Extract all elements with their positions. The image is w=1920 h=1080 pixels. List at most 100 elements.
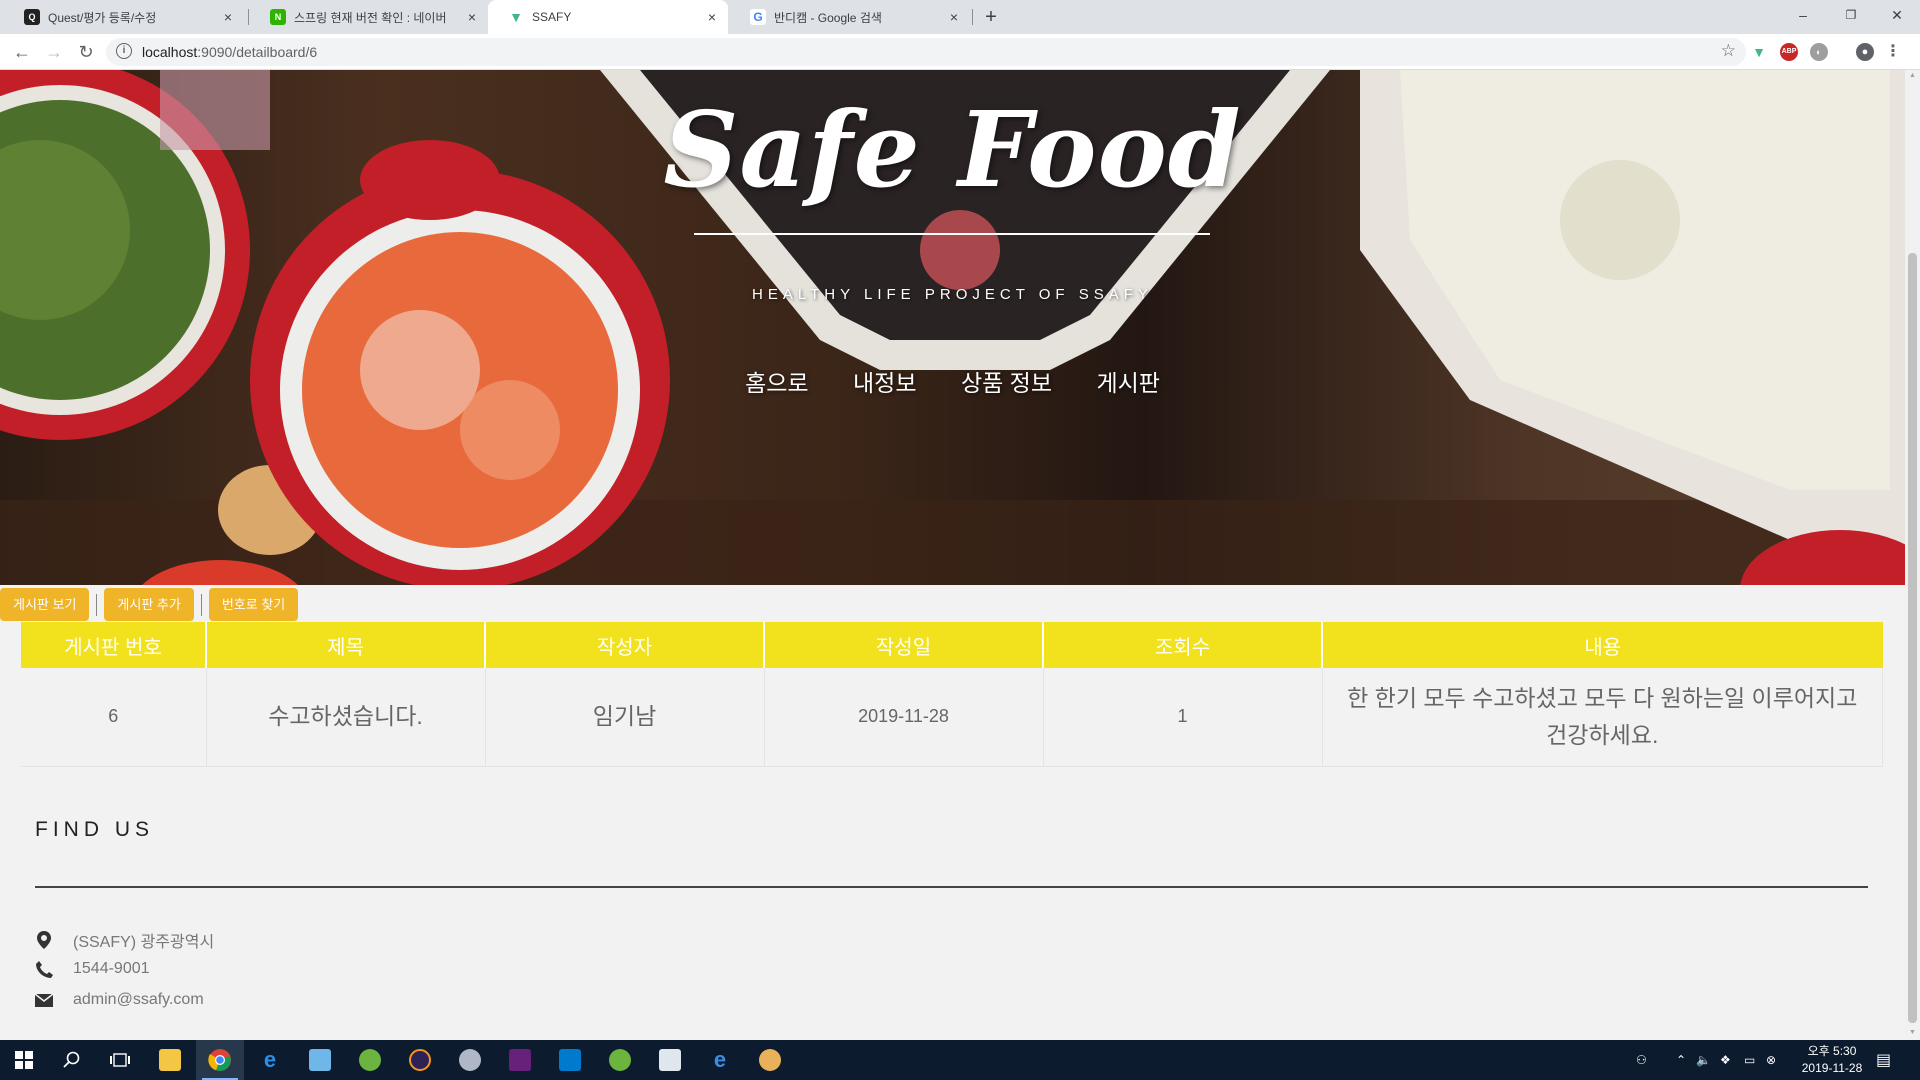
visual-studio-icon[interactable]	[496, 1040, 544, 1080]
extension-icon[interactable]: ◐	[1810, 43, 1828, 61]
windows-taskbar: e e ⚇ ⌃ 🔈 ❖ ▭ ⊗ 오후 5:30 2019-11-28 ▤	[0, 1040, 1920, 1080]
cell-number: 6	[21, 668, 207, 767]
volume-icon[interactable]: 🔈	[1696, 1040, 1711, 1080]
tab-close-icon[interactable]: ×	[224, 9, 232, 25]
new-tab-button[interactable]: +	[978, 4, 1004, 30]
browser-tab[interactable]: N 스프링 현재 버전 확인 : 네이버 ×	[250, 0, 488, 34]
site-info-icon[interactable]: i	[116, 43, 132, 59]
search-icon[interactable]	[48, 1040, 96, 1080]
envelope-icon	[35, 991, 53, 1009]
notification-center-icon[interactable]: ▤	[1876, 1040, 1891, 1080]
tab-title: Quest/평가 등록/수정	[48, 10, 157, 25]
view-board-button[interactable]: 게시판 보기	[0, 588, 90, 621]
browser-tab-active[interactable]: ▼ SSAFY ×	[488, 0, 728, 34]
footer-divider	[35, 886, 1868, 888]
reload-icon[interactable]: ↻	[74, 40, 98, 64]
column-header-author: 작성자	[485, 622, 765, 668]
nav-home-link[interactable]: 홈으로	[745, 364, 808, 398]
cell-author: 임기남	[485, 668, 765, 767]
maximize-button[interactable]: ❐	[1828, 0, 1874, 30]
nav-product-info-link[interactable]: 상품 정보	[961, 364, 1052, 398]
edge-icon[interactable]: e	[696, 1040, 744, 1080]
cell-views: 1	[1043, 668, 1323, 767]
address-bar: ← → ↻ i localhost:9090/detailboard/6 ☆ ▼…	[0, 34, 1920, 70]
column-header-views: 조회수	[1043, 622, 1323, 668]
internet-explorer-icon[interactable]: e	[246, 1040, 294, 1080]
phone-text: 1544-9001	[73, 960, 150, 977]
table-header-row: 게시판 번호 제목 작성자 작성일 조회수 내용	[21, 622, 1883, 668]
browser-menu-icon[interactable]: ⋮	[1884, 43, 1902, 61]
board-action-bar: 게시판 보기 게시판 추가 번호로 찾기	[0, 588, 299, 621]
column-header-number: 게시판 번호	[21, 622, 207, 668]
vue-favicon-icon: ▼	[509, 9, 523, 25]
tab-close-icon[interactable]: ×	[950, 9, 958, 25]
tab-divider	[972, 9, 973, 25]
eclipse-icon[interactable]	[396, 1040, 444, 1080]
table-row: 6 수고하셨습니다. 임기남 2019-11-28 1 한 한기 모두 수고하셨…	[21, 668, 1883, 767]
tray-expand-icon[interactable]: ⌃	[1676, 1040, 1686, 1080]
browser-tab[interactable]: Q Quest/평가 등록/수정 ×	[4, 0, 244, 34]
nav-my-info-link[interactable]: 내정보	[853, 364, 916, 398]
main-nav: 홈으로 내정보 상품 정보 게시판	[0, 364, 1905, 398]
quest-favicon-icon: Q	[24, 9, 40, 25]
paint-brush-icon[interactable]	[746, 1040, 794, 1080]
start-windows-icon[interactable]	[0, 1040, 48, 1080]
hero-banner: Safe Food HEALTHY LIFE PROJECT OF SSAFY …	[0, 70, 1905, 585]
page-viewport: Safe Food HEALTHY LIFE PROJECT OF SSAFY …	[0, 70, 1905, 1040]
forward-arrow-icon[interactable]: →	[42, 40, 66, 64]
browser-tab-strip: Q Quest/평가 등록/수정 × N 스프링 현재 버전 확인 : 네이버 …	[0, 0, 1920, 34]
nav-board-link[interactable]: 게시판	[1096, 364, 1159, 398]
column-header-content: 내용	[1322, 622, 1883, 668]
board-detail-table: 게시판 번호 제목 작성자 작성일 조회수 내용 6 수고하셨습니다. 임기남 …	[21, 622, 1883, 767]
scroll-down-icon[interactable]: ▼	[1908, 1029, 1917, 1038]
address-text: (SSAFY) 광주광역시	[73, 934, 215, 951]
notepad-icon[interactable]	[296, 1040, 344, 1080]
spring-boot-icon[interactable]	[596, 1040, 644, 1080]
chrome-taskbar-icon[interactable]	[196, 1040, 244, 1080]
back-arrow-icon[interactable]: ←	[10, 40, 34, 64]
tab-title: 반디캠 - Google 검색	[774, 10, 882, 25]
clock-time: 오후 5:30	[1807, 1044, 1857, 1058]
taskbar-clock[interactable]: 오후 5:30 2019-11-28	[1784, 1043, 1880, 1077]
column-header-date: 작성일	[764, 622, 1044, 668]
phone-icon	[35, 960, 53, 978]
find-by-number-button[interactable]: 번호로 찾기	[208, 588, 299, 621]
paint-icon[interactable]	[446, 1040, 494, 1080]
scroll-up-icon[interactable]: ▲	[1908, 72, 1917, 81]
google-favicon-icon: G	[750, 9, 766, 25]
add-board-button[interactable]: 게시판 추가	[104, 588, 194, 621]
dropbox-icon[interactable]: ❖	[1720, 1040, 1731, 1080]
email-text[interactable]: admin@ssafy.com	[73, 991, 204, 1009]
map-pin-icon	[35, 931, 53, 949]
bookmark-star-icon[interactable]: ☆	[1721, 41, 1736, 61]
vue-devtools-extension-icon[interactable]: ▼	[1750, 43, 1768, 61]
cell-title: 수고하셨습니다.	[206, 668, 486, 767]
vscode-icon[interactable]	[546, 1040, 594, 1080]
brand-divider	[694, 233, 1210, 235]
tab-title: 스프링 현재 버전 확인 : 네이버	[294, 10, 447, 25]
minimize-button[interactable]: –	[1780, 0, 1826, 30]
profile-avatar-icon[interactable]: ●	[1856, 43, 1874, 61]
browser-tab[interactable]: G 반디캠 - Google 검색 ×	[730, 0, 970, 34]
file-explorer-icon[interactable]	[146, 1040, 194, 1080]
contact-email: admin@ssafy.com	[35, 991, 204, 1009]
network-icon[interactable]: ▭	[1744, 1040, 1755, 1080]
action-divider	[96, 593, 98, 616]
url-input[interactable]: i localhost:9090/detailboard/6 ☆	[106, 38, 1746, 66]
site-tagline: HEALTHY LIFE PROJECT OF SSAFY	[752, 286, 1153, 303]
spring-tool-suite-icon[interactable]	[346, 1040, 394, 1080]
column-header-title: 제목	[206, 622, 486, 668]
document-viewer-icon[interactable]	[646, 1040, 694, 1080]
site-brand-logo[interactable]: Safe Food	[0, 88, 1905, 211]
tab-divider	[248, 9, 249, 25]
scroll-thumb[interactable]	[1908, 253, 1917, 1023]
page-scrollbar[interactable]: ▲ ▼	[1905, 70, 1920, 1040]
close-window-button[interactable]: ✕	[1874, 0, 1920, 30]
adblock-extension-icon[interactable]: ABP	[1780, 43, 1798, 61]
people-icon[interactable]: ⚇	[1636, 1040, 1647, 1080]
tab-close-icon[interactable]: ×	[468, 9, 476, 25]
tab-close-icon[interactable]: ×	[708, 9, 716, 25]
task-view-icon[interactable]	[96, 1040, 144, 1080]
status-icon[interactable]: ⊗	[1766, 1040, 1776, 1080]
tab-title: SSAFY	[532, 10, 572, 24]
